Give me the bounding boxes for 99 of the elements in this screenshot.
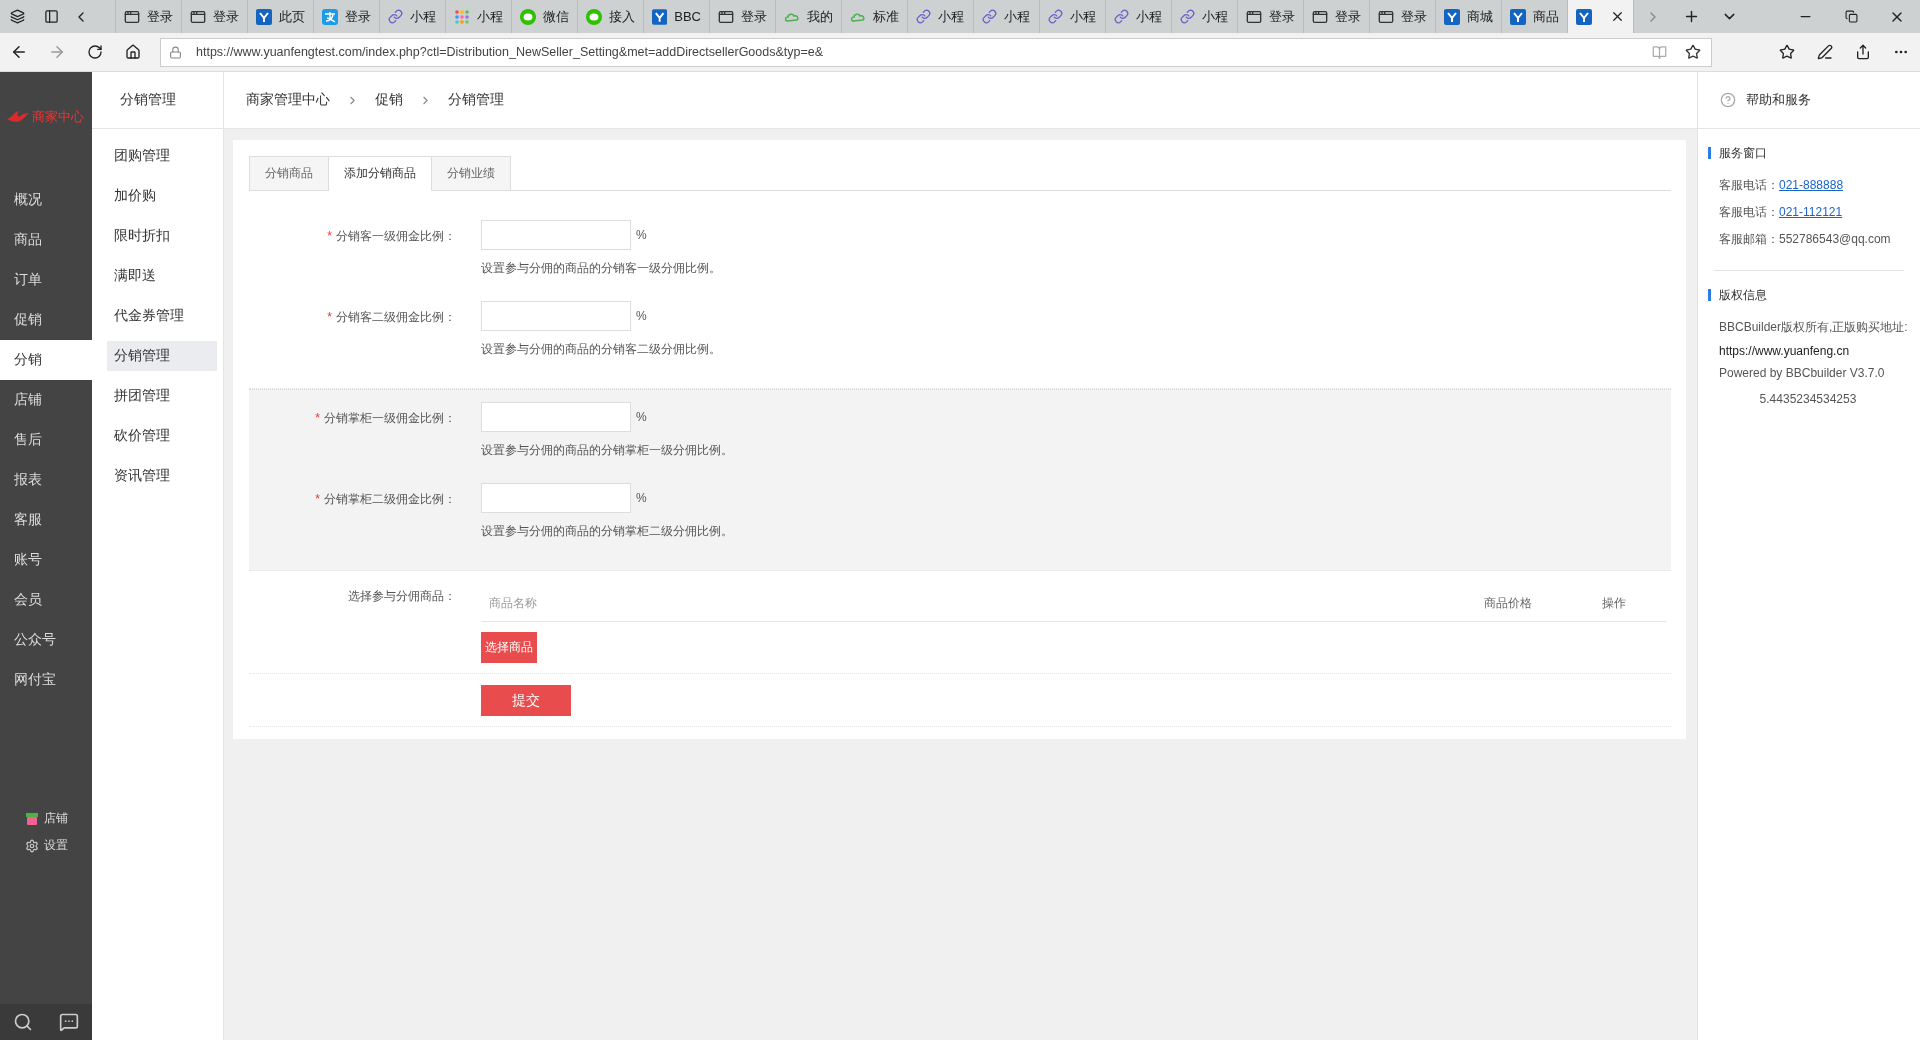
y-logo-icon [652,8,668,25]
sidebar-item[interactable]: 分销 [0,340,92,380]
submenu-title: 分销管理 [119,91,176,109]
submenu-item[interactable]: 限时折扣 [107,221,217,251]
copyright-line: https://www.yuanfeng.cn [1718,344,1851,358]
link-icon [1114,9,1129,24]
submenu-item[interactable]: 满即送 [107,261,217,291]
field-label: * 分销掌柜二级佣金比例： [314,491,456,508]
field-label: * 分销客二级佣金比例： [326,309,456,326]
field-hint: 设置参与分佣的商品的分销掌柜一级分佣比例。 [481,442,734,459]
contact-line: 客服邮箱：552786543@qq.com [1718,231,1892,248]
star-icon[interactable] [1685,44,1701,60]
link-icon [388,9,403,24]
submenu-item[interactable]: 团购管理 [107,141,217,171]
dot-grid-icon [454,8,470,25]
link-icon [982,9,997,24]
page-icon [1246,8,1262,25]
sidebar-item[interactable]: 商品 [0,220,92,260]
page-icon [1378,8,1394,25]
help-title: 帮助和服务 [1746,91,1811,109]
sidebar-item[interactable]: 售后 [0,420,92,460]
sidebar-item[interactable]: 概况 [0,180,92,220]
chat-icon[interactable] [59,1012,79,1032]
section-title: 服务窗口 [1708,147,1908,159]
breadcrumb-item[interactable]: 促销 [375,91,403,109]
sidebar-item[interactable]: 客服 [0,500,92,540]
page-icon [1312,8,1328,25]
y-logo-icon [1576,8,1592,25]
select-goods-button[interactable]: 选择商品 [481,632,537,663]
sidebar-link[interactable]: 设置 [24,837,68,854]
column-header: 商品名称 [489,595,538,612]
submit-button[interactable]: 提交 [481,685,571,716]
address-bar[interactable]: https://www.yuanfengtest.com/index.php?ctl=Distribution_NewSeller_Setting&met=addDirectsellerGoods&typ=e& [160,37,1712,67]
sidebar-item[interactable]: 订单 [0,260,92,300]
copyright-line: Powered by BBCbuilder V3.7.0 [1718,366,1886,380]
tab[interactable]: 添加分销商品 [329,156,432,191]
sidebar-item[interactable]: 账号 [0,540,92,580]
logo-text: 商家中心 [32,108,84,126]
input-field[interactable] [481,483,631,513]
unit-label: % [636,308,647,323]
bird-logo-icon [6,110,30,124]
column-header: 操作 [1602,595,1627,612]
column-header: 商品价格 [1484,595,1533,612]
browser-tab[interactable] [1568,0,1634,33]
phone-link[interactable]: 021-112121 [1779,205,1843,219]
sidebar-item[interactable]: 报表 [0,460,92,500]
lock-icon [169,45,182,59]
field-label: * 分销客一级佣金比例： [326,228,456,245]
field-hint: 设置参与分佣的商品的分销客二级分佣比例。 [481,341,722,358]
version-number: 5.4435234534253 [1758,392,1858,406]
link-icon [916,9,931,24]
submenu-item[interactable]: 代金券管理 [107,301,217,331]
alipay-logo-icon [322,8,338,25]
submenu-item[interactable]: 分销管理 [107,341,217,371]
sidebar-item[interactable]: 网付宝 [0,660,92,700]
submenu-item[interactable]: 加价购 [107,181,217,211]
sidebar-item[interactable]: 促销 [0,300,92,340]
submenu-item[interactable]: 砍价管理 [107,421,217,451]
input-field[interactable] [481,301,631,331]
link-icon [1180,9,1195,24]
field-label: * 分销掌柜一级佣金比例： [314,410,456,427]
contact-line: 客服电话：021-112121 [1718,204,1844,221]
chat-bubble-icon [586,8,602,25]
sidebar-link[interactable]: 店铺 [24,810,68,827]
submenu-item[interactable]: 资讯管理 [107,461,217,491]
y-logo-icon [1510,8,1526,25]
phone-link[interactable]: 021-888888 [1779,178,1844,192]
tab[interactable]: 分销商品 [249,156,329,191]
unit-label: % [636,490,647,505]
breadcrumb-item[interactable]: 分销管理 [448,91,504,109]
input-field[interactable] [481,220,631,250]
chat-bubble-icon [520,8,536,25]
page-icon [124,8,140,25]
breadcrumb-item[interactable]: 商家管理中心 [246,91,330,109]
field-label: 选择参与分佣商品： [347,588,456,605]
field-hint: 设置参与分佣的商品的分销掌柜二级分佣比例。 [481,523,734,540]
submenu-item[interactable]: 拼团管理 [107,381,217,411]
sidebar-item[interactable]: 店铺 [0,380,92,420]
y-logo-icon [1444,8,1460,25]
copyright-line: BBCBuilder版权所有,正版购买地址: [1718,319,1908,336]
link-icon [1048,9,1063,24]
input-field[interactable] [481,402,631,432]
page-icon [190,8,206,25]
page-icon [718,8,734,25]
contact-line: 客服电话：021-888888 [1718,177,1845,194]
unit-label: % [636,409,647,424]
settings-icon [24,838,39,853]
sidebar-item[interactable]: 公众号 [0,620,92,660]
section-title: 版权信息 [1708,289,1908,301]
book-icon[interactable] [1652,44,1667,60]
unit-label: % [636,227,647,242]
search-icon[interactable] [13,1012,33,1032]
help-icon [1720,92,1736,108]
y-logo-icon [256,8,272,25]
close-icon[interactable] [1610,9,1625,24]
store-icon [24,811,39,826]
sidebar-item[interactable]: 会员 [0,580,92,620]
tab[interactable]: 分销业绩 [432,156,511,191]
field-hint: 设置参与分佣的商品的分销客一级分佣比例。 [481,260,722,277]
